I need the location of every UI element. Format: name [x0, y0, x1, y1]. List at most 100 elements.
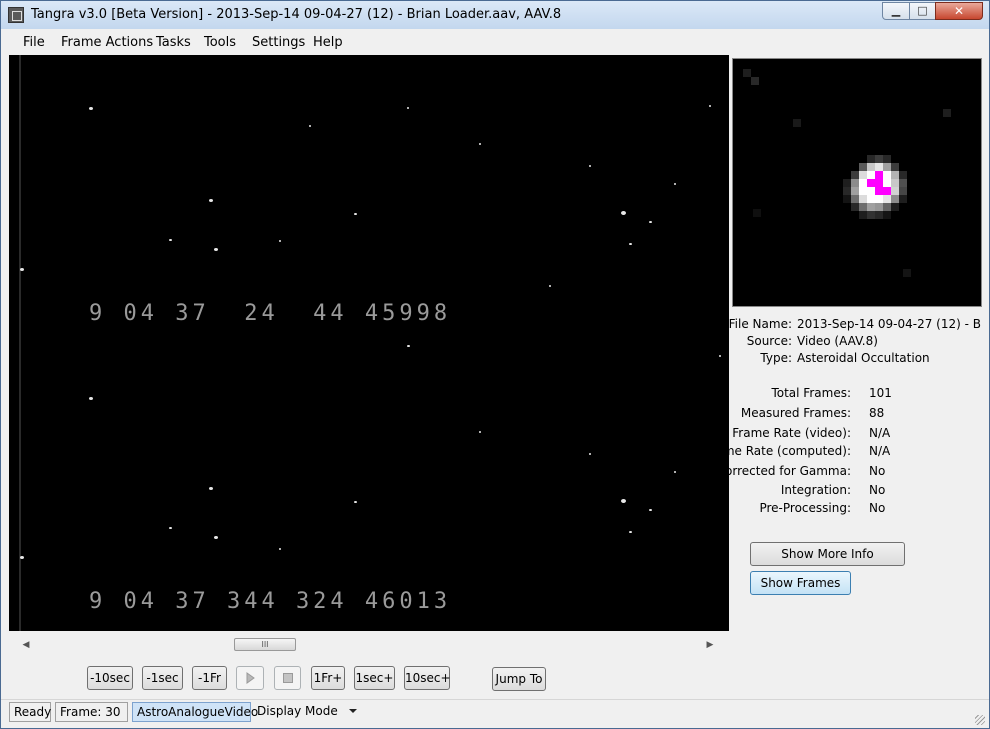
measured-frames-label: Measured Frames: [740, 406, 851, 420]
star-point [621, 211, 626, 215]
star-point [354, 213, 357, 215]
total-frames-value: 101 [869, 386, 892, 400]
gamma-value: No [869, 464, 886, 478]
zoom-pixel [875, 187, 883, 195]
zoom-pixel [843, 195, 851, 203]
file-name-value: 2013-Sep-14 09-04-27 (12) - Brian Loader… [797, 317, 982, 331]
resize-grip-icon[interactable] [975, 715, 985, 725]
zoom-pixel [943, 109, 951, 117]
dropdown-arrow-icon [348, 709, 357, 713]
plus-1fr-button[interactable]: 1Fr+ [311, 666, 345, 690]
video-edge-line [19, 55, 21, 631]
menu-help[interactable]: Help [313, 35, 343, 50]
star-point [649, 221, 652, 223]
integration-value: No [869, 483, 886, 497]
timestamp-top: 9 04 37 24 44 45998 [89, 301, 452, 326]
status-mode: AstroAnalogueVideo [132, 702, 258, 722]
star-point [354, 501, 357, 503]
play-button[interactable] [236, 666, 264, 690]
scroll-left-icon[interactable]: ◀ [19, 637, 33, 653]
measured-frames-value: 88 [869, 406, 885, 420]
star-point [309, 125, 311, 127]
zoom-pixel [793, 119, 801, 127]
menu-tools[interactable]: Tools [204, 35, 236, 50]
star-point [279, 548, 281, 550]
zoom-pixel [899, 187, 907, 195]
menu-settings[interactable]: Settings [252, 35, 305, 50]
maximize-icon: □ [917, 4, 928, 17]
zoom-pixel [883, 203, 891, 211]
star-point [407, 345, 410, 347]
video-frame-view[interactable]: 9 04 37 24 44 45998 9 04 37 344 324 4601… [9, 55, 729, 631]
scroll-right-icon[interactable]: ▶ [703, 637, 717, 653]
zoom-pixel [875, 155, 883, 163]
star-point [407, 107, 409, 109]
frame-rate-video-row: Frame Rate (video): N/A [732, 426, 982, 442]
zoom-pixel [891, 163, 899, 171]
zoom-pixel [903, 269, 911, 277]
zoom-pixel [859, 187, 867, 195]
minimize-button[interactable]: ▁ [882, 2, 910, 20]
star-point [621, 499, 626, 503]
star-point [674, 471, 676, 473]
zoom-pixel [883, 195, 891, 203]
play-icon [246, 672, 255, 684]
zoom-pixel [891, 187, 899, 195]
integration-row: Integration: No [732, 483, 982, 499]
star-point [629, 243, 632, 245]
zoom-pixel [899, 179, 907, 187]
frame-rate-video-label: Frame Rate (video): [732, 426, 851, 440]
video-horizontal-scrollbar[interactable]: ◀ III ▶ [19, 637, 717, 653]
zoom-pixel [899, 195, 907, 203]
maximize-button[interactable]: □ [909, 2, 936, 20]
zoom-pixel [867, 211, 875, 219]
minus-1fr-button[interactable]: -1Fr [192, 666, 227, 690]
scroll-thumb[interactable]: III [234, 638, 296, 651]
zoom-pixel [859, 179, 867, 187]
file-name-row: File Name: 2013-Sep-14 09-04-27 (12) - B… [729, 317, 982, 333]
zoom-pixel [891, 171, 899, 179]
star-point [549, 285, 551, 287]
star-point [709, 105, 711, 107]
status-bar: Ready Frame: 30 AstroAnalogueVideo Displ… [1, 699, 989, 728]
zoom-pixel [875, 179, 883, 187]
window-title: Tangra v3.0 [Beta Version] - 2013-Sep-14… [31, 7, 562, 22]
menu-file[interactable]: File [23, 35, 45, 50]
star-point [214, 248, 218, 251]
total-frames-label: Total Frames: [771, 386, 851, 400]
app-icon [8, 7, 24, 23]
measured-frames-row: Measured Frames: 88 [732, 406, 982, 422]
star-point [629, 531, 632, 533]
zoom-pixel [867, 195, 875, 203]
star-point [649, 509, 652, 511]
zoom-pixel [851, 195, 859, 203]
stop-button[interactable] [274, 666, 301, 690]
main-window: Tangra v3.0 [Beta Version] - 2013-Sep-14… [0, 0, 990, 729]
menu-tasks[interactable]: Tasks [156, 35, 191, 50]
zoom-pixel [867, 171, 875, 179]
show-frames-button[interactable]: Show Frames [750, 571, 851, 595]
zoom-pixel [859, 171, 867, 179]
minus-1sec-button[interactable]: -1sec [142, 666, 183, 690]
zoom-pixel [753, 209, 761, 217]
display-mode-dropdown[interactable]: Display Mode [257, 704, 358, 718]
zoom-pixel [859, 195, 867, 203]
star-point [209, 487, 213, 490]
menu-frame-actions[interactable]: Frame Actions [61, 35, 153, 50]
plus-10sec-button[interactable]: 10sec+ [404, 666, 451, 690]
jump-to-button[interactable]: Jump To [492, 667, 546, 691]
status-ready: Ready [9, 702, 51, 722]
minimize-icon: ▁ [891, 4, 901, 17]
frame-rate-computed-row: Frame Rate (computed): N/A [705, 444, 982, 460]
zoom-pixel [851, 171, 859, 179]
close-button[interactable]: ✕ [935, 2, 983, 20]
zoom-pixel [851, 203, 859, 211]
total-frames-row: Total Frames: 101 [732, 386, 982, 402]
menu-bar: File Frame Actions Tasks Tools Settings … [1, 29, 989, 55]
star-point [479, 431, 481, 433]
minus-10sec-button[interactable]: -10sec [87, 666, 133, 690]
show-more-info-button[interactable]: Show More Info [750, 542, 905, 566]
zoom-pixel [743, 69, 751, 77]
plus-1sec-button[interactable]: 1sec+ [354, 666, 395, 690]
target-zoom-view[interactable] [732, 58, 982, 307]
